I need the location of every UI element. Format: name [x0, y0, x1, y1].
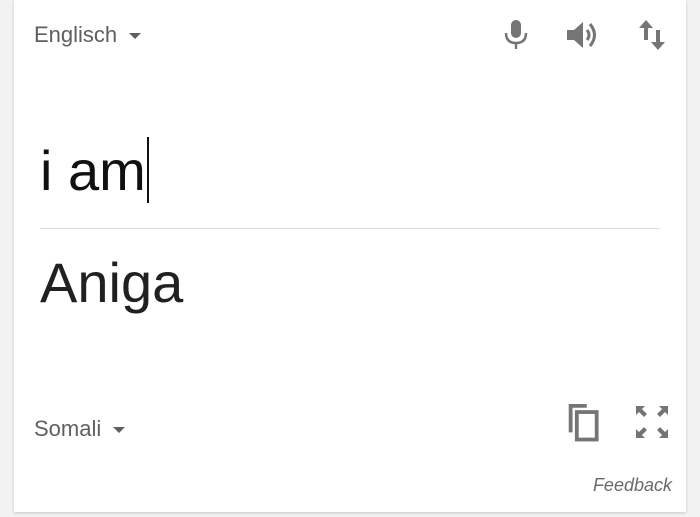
copy-icon [568, 404, 599, 442]
copy-button[interactable] [564, 404, 600, 442]
source-text-input[interactable]: i am [40, 132, 149, 208]
swap-languages-icon [639, 20, 665, 50]
target-language-label: Somali [34, 416, 102, 441]
microphone-button[interactable] [498, 17, 534, 53]
divider [40, 228, 660, 229]
speaker-button[interactable] [565, 17, 601, 53]
speaker-icon [567, 22, 596, 48]
source-language-label: Englisch [34, 22, 118, 47]
microphone-icon [504, 20, 528, 49]
translation-text: Aniga [40, 251, 184, 314]
source-language-dropdown[interactable]: Englisch [34, 22, 142, 48]
swap-languages-button[interactable] [634, 17, 670, 53]
translate-card: Englisch i am Aniga Somali Feedback [14, 0, 686, 512]
chevron-down-icon [113, 427, 126, 433]
source-text: i am [40, 138, 146, 202]
target-language-dropdown[interactable]: Somali [34, 416, 126, 442]
fullscreen-icon [636, 406, 668, 438]
fullscreen-button[interactable] [634, 404, 670, 440]
chevron-down-icon [129, 33, 142, 39]
feedback-link[interactable]: Feedback [593, 475, 672, 496]
text-cursor [146, 137, 149, 203]
